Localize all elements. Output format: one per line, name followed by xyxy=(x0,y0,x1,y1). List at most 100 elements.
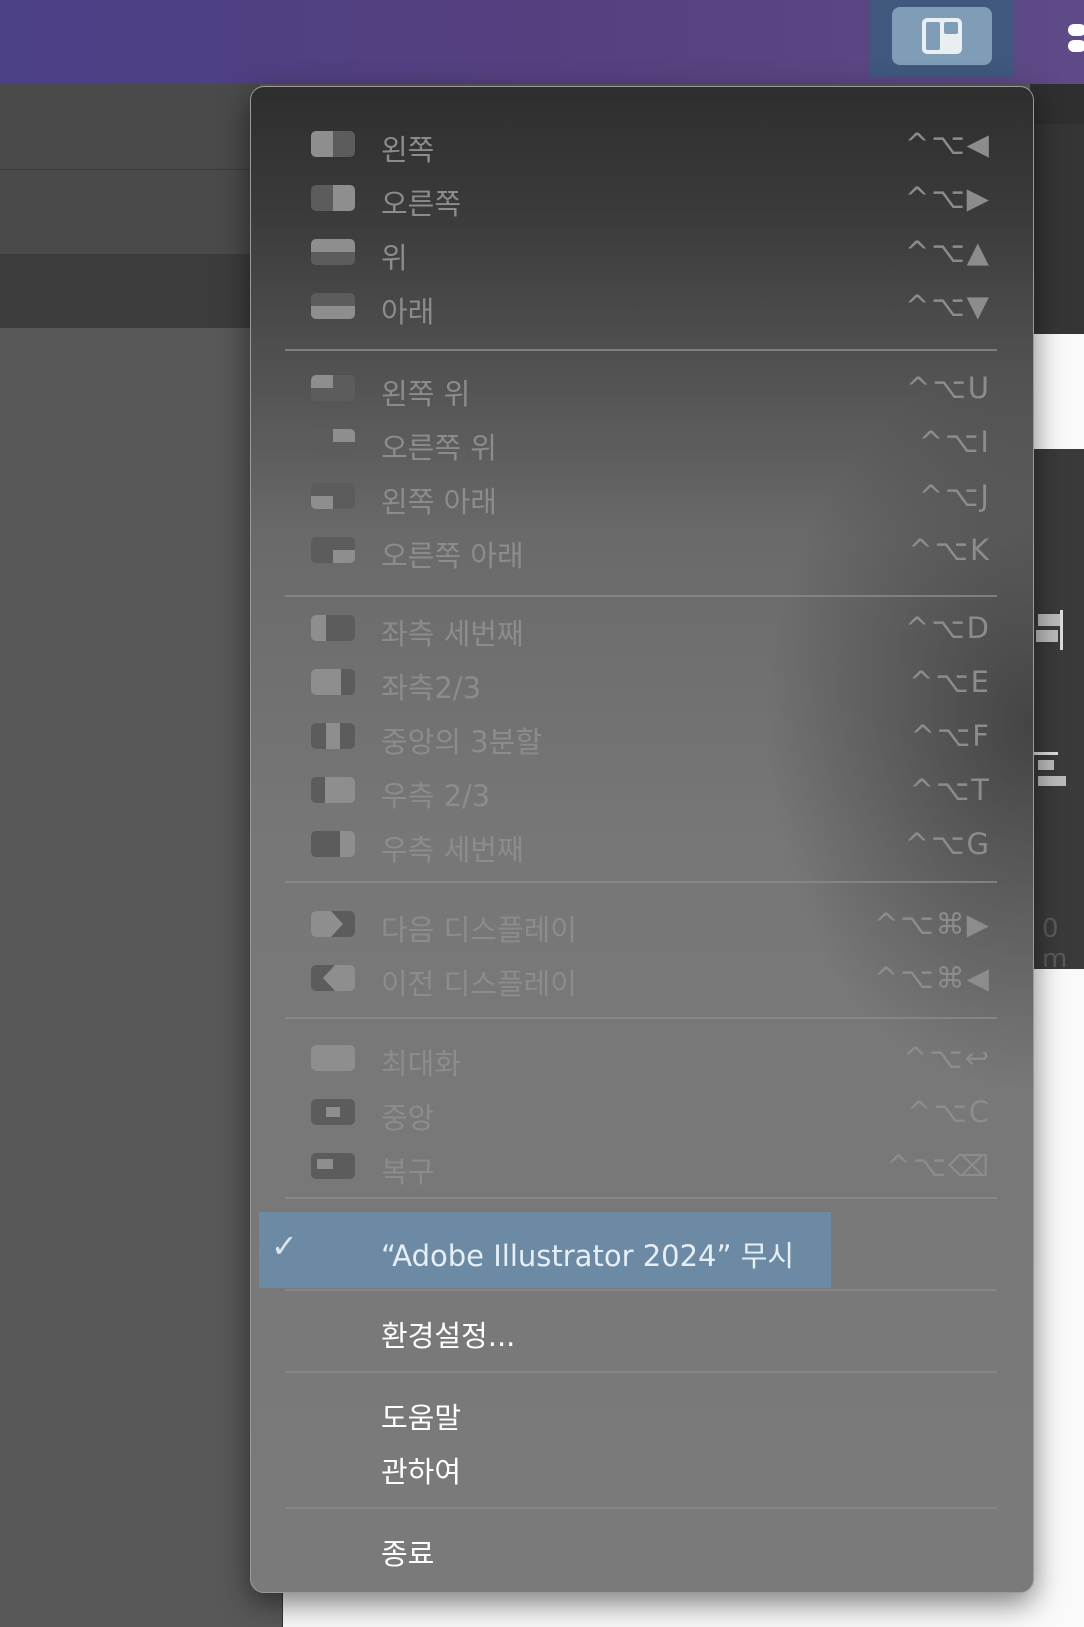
menu-item-last-two-thirds[interactable]: 우측 2/3 ^⌥T xyxy=(251,765,1033,817)
menu-item-quit[interactable]: 종료 xyxy=(251,1523,1033,1575)
menu-item-right-half[interactable]: 오른쪽 ^⌥▶ xyxy=(251,173,1033,225)
menu-separator xyxy=(285,1289,997,1291)
menu-item-shortcut: ^⌥I xyxy=(918,425,991,459)
menu-item-ignore-app-row[interactable]: “Adobe Illustrator 2024” 무시 xyxy=(251,1225,1033,1277)
menu-separator xyxy=(285,1507,997,1509)
menu-item-label: 복구 xyxy=(381,1155,435,1189)
menu-item-top-half[interactable]: 위 ^⌥▲ xyxy=(251,227,1033,279)
menu-item-label: 도움말 xyxy=(381,1401,462,1435)
menu-item-shortcut: ^⌥↩ xyxy=(902,1041,991,1075)
menu-item-left-half[interactable]: 왼쪽 ^⌥◀ xyxy=(251,119,1033,171)
window-layout-icon xyxy=(922,18,962,54)
menu-item-bottom-half[interactable]: 아래 ^⌥▼ xyxy=(251,281,1033,333)
bottom-left-quarter-icon xyxy=(311,483,355,509)
menu-item-shortcut: ^⌥G xyxy=(904,827,991,861)
maximize-icon xyxy=(311,1045,355,1071)
menu-separator xyxy=(285,1197,997,1199)
menu-item-label: 왼쪽 xyxy=(381,133,435,167)
menu-item-shortcut: ^⌥C xyxy=(907,1095,991,1129)
menu-item-label: 이전 디스플레이 xyxy=(381,967,577,1001)
menu-item-restore[interactable]: 복구 ^⌥⌫ xyxy=(251,1141,1033,1193)
menu-item-label: 환경설정... xyxy=(381,1319,516,1353)
menu-item-shortcut: ^⌥D xyxy=(904,611,991,645)
window-layout-menu: 왼쪽 ^⌥◀ 오른쪽 ^⌥▶ 위 ^⌥▲ 아래 ^⌥▼ 왼쪽 위 ^⌥U 오른쪽… xyxy=(250,86,1034,1593)
menu-item-label: 오른쪽 위 xyxy=(381,431,497,465)
menu-item-bottom-right[interactable]: 오른쪽 아래 ^⌥K xyxy=(251,525,1033,577)
menu-item-shortcut: ^⌥◀ xyxy=(904,127,991,161)
app-right-canvas xyxy=(1030,334,1084,449)
app-tab-bar xyxy=(0,254,260,328)
app-properties-panel xyxy=(1030,449,1084,969)
first-third-icon xyxy=(311,615,355,641)
left-half-icon xyxy=(311,131,355,157)
menu-item-label: “Adobe Illustrator 2024” 무시 xyxy=(381,1239,795,1273)
menu-item-shortcut: ^⌥K xyxy=(908,533,991,567)
menu-item-label: 좌측2/3 xyxy=(381,671,482,705)
previous-display-icon xyxy=(311,965,355,991)
menu-item-help[interactable]: 도움말 xyxy=(251,1387,1033,1439)
menu-item-label: 위 xyxy=(381,241,408,275)
menu-item-shortcut: ^⌥▼ xyxy=(904,289,991,323)
menu-item-maximize[interactable]: 최대화 ^⌥↩ xyxy=(251,1033,1033,1085)
right-half-icon xyxy=(311,185,355,211)
menu-item-label: 중앙 xyxy=(381,1101,435,1135)
menu-item-label: 중앙의 3분할 xyxy=(381,725,543,759)
control-center-icon[interactable] xyxy=(1064,20,1084,56)
last-third-icon xyxy=(311,831,355,857)
menu-item-shortcut: ^⌥▲ xyxy=(904,235,991,269)
top-half-icon xyxy=(311,239,355,265)
align-right-icon[interactable] xyxy=(1034,610,1064,650)
menu-item-label: 오른쪽 아래 xyxy=(381,539,524,573)
menu-separator xyxy=(285,595,997,597)
app-value-field: 0 m xyxy=(1042,914,1068,974)
menu-item-label: 왼쪽 위 xyxy=(381,377,471,411)
menu-item-shortcut: ^⌥⌘▶ xyxy=(873,907,991,941)
menu-item-center[interactable]: 중앙 ^⌥C xyxy=(251,1087,1033,1139)
menu-separator xyxy=(285,349,997,351)
menu-item-label: 좌측 세번째 xyxy=(381,617,524,651)
menu-item-bottom-left[interactable]: 왼쪽 아래 ^⌥J xyxy=(251,471,1033,523)
menu-item-label: 다음 디스플레이 xyxy=(381,913,577,947)
restore-icon xyxy=(311,1153,355,1179)
app-right-toolbar xyxy=(1030,84,1084,124)
align-top-icon[interactable] xyxy=(1034,752,1068,792)
menubar xyxy=(0,0,1084,84)
menu-item-shortcut: ^⌥J xyxy=(918,479,991,513)
menu-item-shortcut: ^⌥F xyxy=(910,719,991,753)
app-toolbar-row-1 xyxy=(0,84,260,170)
window-layout-menubar-button[interactable] xyxy=(870,0,1014,78)
menu-item-center-third[interactable]: 중앙의 3분할 ^⌥F xyxy=(251,711,1033,763)
app-toolbar-row-2 xyxy=(0,170,260,254)
menu-item-label: 아래 xyxy=(381,295,435,329)
menu-item-first-third[interactable]: 좌측 세번째 ^⌥D xyxy=(251,603,1033,655)
menu-item-top-right[interactable]: 오른쪽 위 ^⌥I xyxy=(251,417,1033,469)
menu-item-label: 최대화 xyxy=(381,1047,462,1081)
menu-item-label: 관하여 xyxy=(381,1455,462,1489)
menu-item-label: 종료 xyxy=(381,1537,435,1571)
first-two-thirds-icon xyxy=(311,669,355,695)
menu-item-label: 왼쪽 아래 xyxy=(381,485,497,519)
menu-item-shortcut: ^⌥▶ xyxy=(904,181,991,215)
menu-item-top-left[interactable]: 왼쪽 위 ^⌥U xyxy=(251,363,1033,415)
menu-item-preferences[interactable]: 환경설정... xyxy=(251,1305,1033,1357)
menu-item-previous-display[interactable]: 이전 디스플레이 ^⌥⌘◀ xyxy=(251,953,1033,1005)
menu-item-shortcut: ^⌥⌫ xyxy=(886,1149,991,1183)
next-display-icon xyxy=(311,911,355,937)
app-right-header xyxy=(1030,124,1084,334)
menu-item-first-two-thirds[interactable]: 좌측2/3 ^⌥E xyxy=(251,657,1033,709)
top-left-quarter-icon xyxy=(311,375,355,401)
menu-item-last-third[interactable]: 우측 세번째 ^⌥G xyxy=(251,819,1033,871)
center-icon xyxy=(311,1099,355,1125)
menu-item-shortcut: ^⌥⌘◀ xyxy=(873,961,991,995)
center-third-icon xyxy=(311,723,355,749)
menu-item-shortcut: ^⌥E xyxy=(908,665,991,699)
last-two-thirds-icon xyxy=(311,777,355,803)
menu-item-shortcut: ^⌥U xyxy=(906,371,991,405)
menu-separator xyxy=(285,881,997,883)
menu-item-about[interactable]: 관하여 xyxy=(251,1441,1033,1493)
bottom-right-quarter-icon xyxy=(311,537,355,563)
app-left-panel xyxy=(0,328,283,1627)
top-right-quarter-icon xyxy=(311,429,355,455)
menu-item-next-display[interactable]: 다음 디스플레이 ^⌥⌘▶ xyxy=(251,899,1033,951)
menu-item-shortcut: ^⌥T xyxy=(909,773,991,807)
